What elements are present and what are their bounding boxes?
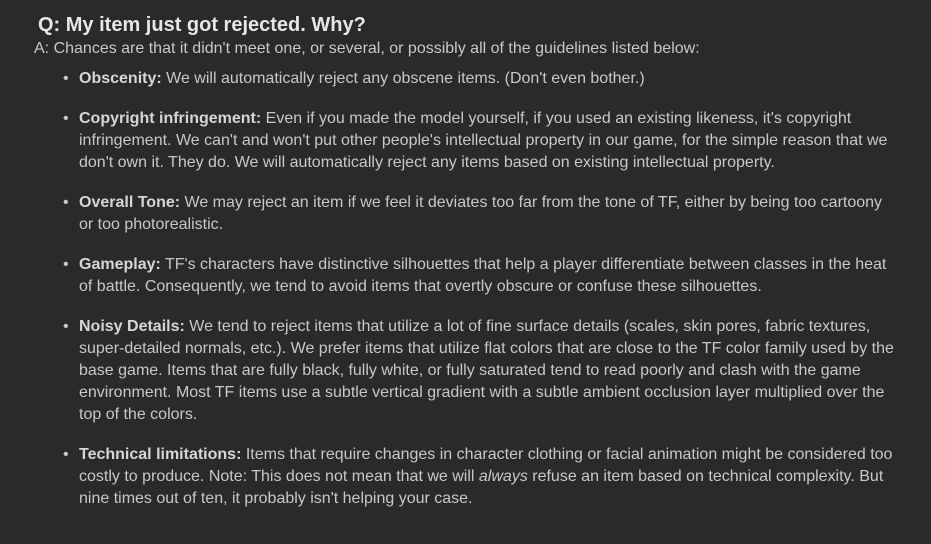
guideline-term: Obscenity:: [79, 70, 162, 87]
faq-answer: A: Chances are that it didn't meet one, …: [34, 40, 700, 57]
bullet-icon: •: [63, 110, 69, 127]
bullet-icon: •: [63, 318, 69, 335]
bullet-icon: •: [63, 446, 69, 463]
guideline-item-overall-tone: • Overall Tone: We may reject an item if…: [38, 192, 899, 236]
guideline-item-gameplay: • Gameplay: TF's characters have distinc…: [38, 254, 899, 298]
guideline-term: Gameplay:: [79, 256, 161, 273]
guideline-item-copyright: • Copyright infringement: Even if you ma…: [38, 108, 899, 174]
guideline-emphasis: always: [478, 468, 528, 485]
guideline-text: We tend to reject items that utilize a l…: [79, 318, 894, 423]
faq-page: Q: My item just got rejected. Why? A: Ch…: [0, 0, 931, 544]
guideline-term: Copyright infringement:: [79, 110, 262, 127]
guidelines-list: • Obscenity: We will automatically rejec…: [38, 68, 911, 510]
guideline-term: Overall Tone:: [79, 194, 181, 211]
bullet-icon: •: [63, 194, 69, 211]
guideline-term: Noisy Details:: [79, 318, 185, 335]
guideline-item-obscenity: • Obscenity: We will automatically rejec…: [38, 68, 899, 90]
bullet-icon: •: [63, 70, 69, 87]
bullet-icon: •: [63, 256, 69, 273]
guideline-term: Technical limitations:: [79, 446, 242, 463]
guideline-text: We will automatically reject any obscene…: [161, 70, 645, 87]
guideline-item-technical-limitations: • Technical limitations: Items that requ…: [38, 444, 899, 510]
faq-question: Q: My item just got rejected. Why?: [38, 14, 366, 36]
guideline-text: TF's characters have distinctive silhoue…: [79, 256, 887, 295]
guideline-text: We may reject an item if we feel it devi…: [79, 194, 883, 233]
guideline-item-noisy-details: • Noisy Details: We tend to reject items…: [38, 316, 899, 426]
